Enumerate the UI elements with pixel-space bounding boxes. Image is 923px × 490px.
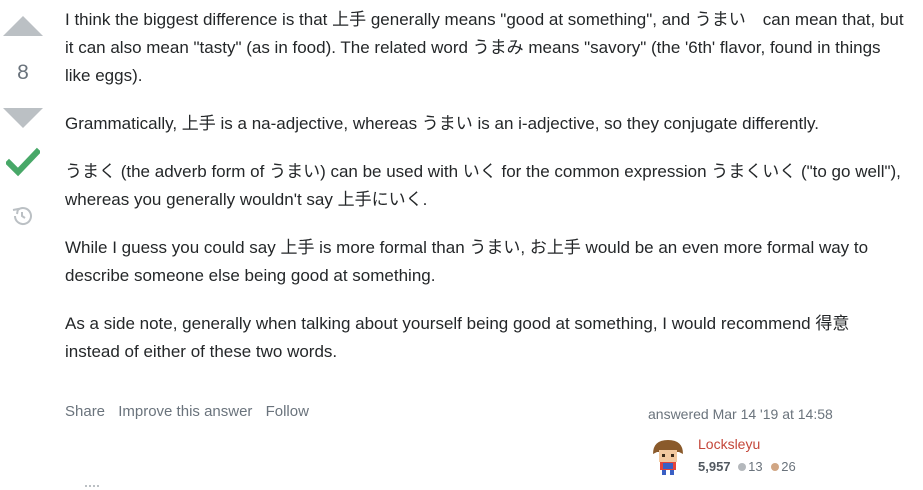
bronze-badge-count: 26 — [781, 459, 796, 474]
answer-paragraph: While I guess you could say 上手 is more f… — [65, 238, 869, 285]
user-details: Locksleyu 5,957 13 26 — [698, 436, 801, 474]
user-row: Locksleyu 5,957 13 26 — [648, 436, 908, 480]
user-card: answered Mar 14 '19 at 14:58 Locksleyu 5… — [648, 406, 908, 480]
answered-timestamp: answered Mar 14 '19 at 14:58 — [648, 406, 833, 422]
upvote-button[interactable] — [3, 16, 43, 36]
user-stats: 5,957 13 26 — [698, 459, 801, 474]
answer-paragraph: As a side note, generally when talking a… — [65, 314, 850, 361]
answer-paragraph: Grammatically, 上手 is a na-adjective, whe… — [65, 114, 819, 133]
history-icon[interactable] — [10, 204, 34, 228]
avatar[interactable] — [648, 436, 688, 476]
downvote-button[interactable] — [3, 108, 43, 128]
user-name-link[interactable]: Locksleyu — [698, 436, 801, 456]
divider — [85, 485, 99, 490]
post-menu: Share Improve this answer Follow — [65, 403, 318, 420]
checkmark-icon — [6, 147, 40, 177]
follow-link[interactable]: Follow — [266, 403, 309, 420]
answer-paragraph: I think the biggest difference is that 上… — [65, 10, 904, 85]
improve-answer-link[interactable]: Improve this answer — [118, 403, 252, 420]
vote-count: 8 — [17, 61, 29, 84]
answer-paragraph: うまく (the adverb form of うまい) can be used… — [65, 162, 901, 209]
share-link[interactable]: Share — [65, 403, 105, 420]
answer: 8 I think the biggest difference is that… — [0, 0, 923, 490]
silver-badge-icon — [738, 462, 747, 471]
answer-body: I think the biggest difference is that 上… — [65, 6, 905, 386]
silver-badge-count: 13 — [748, 459, 763, 474]
bronze-badge-icon — [771, 462, 780, 471]
reputation-score: 5,957 — [698, 459, 731, 474]
